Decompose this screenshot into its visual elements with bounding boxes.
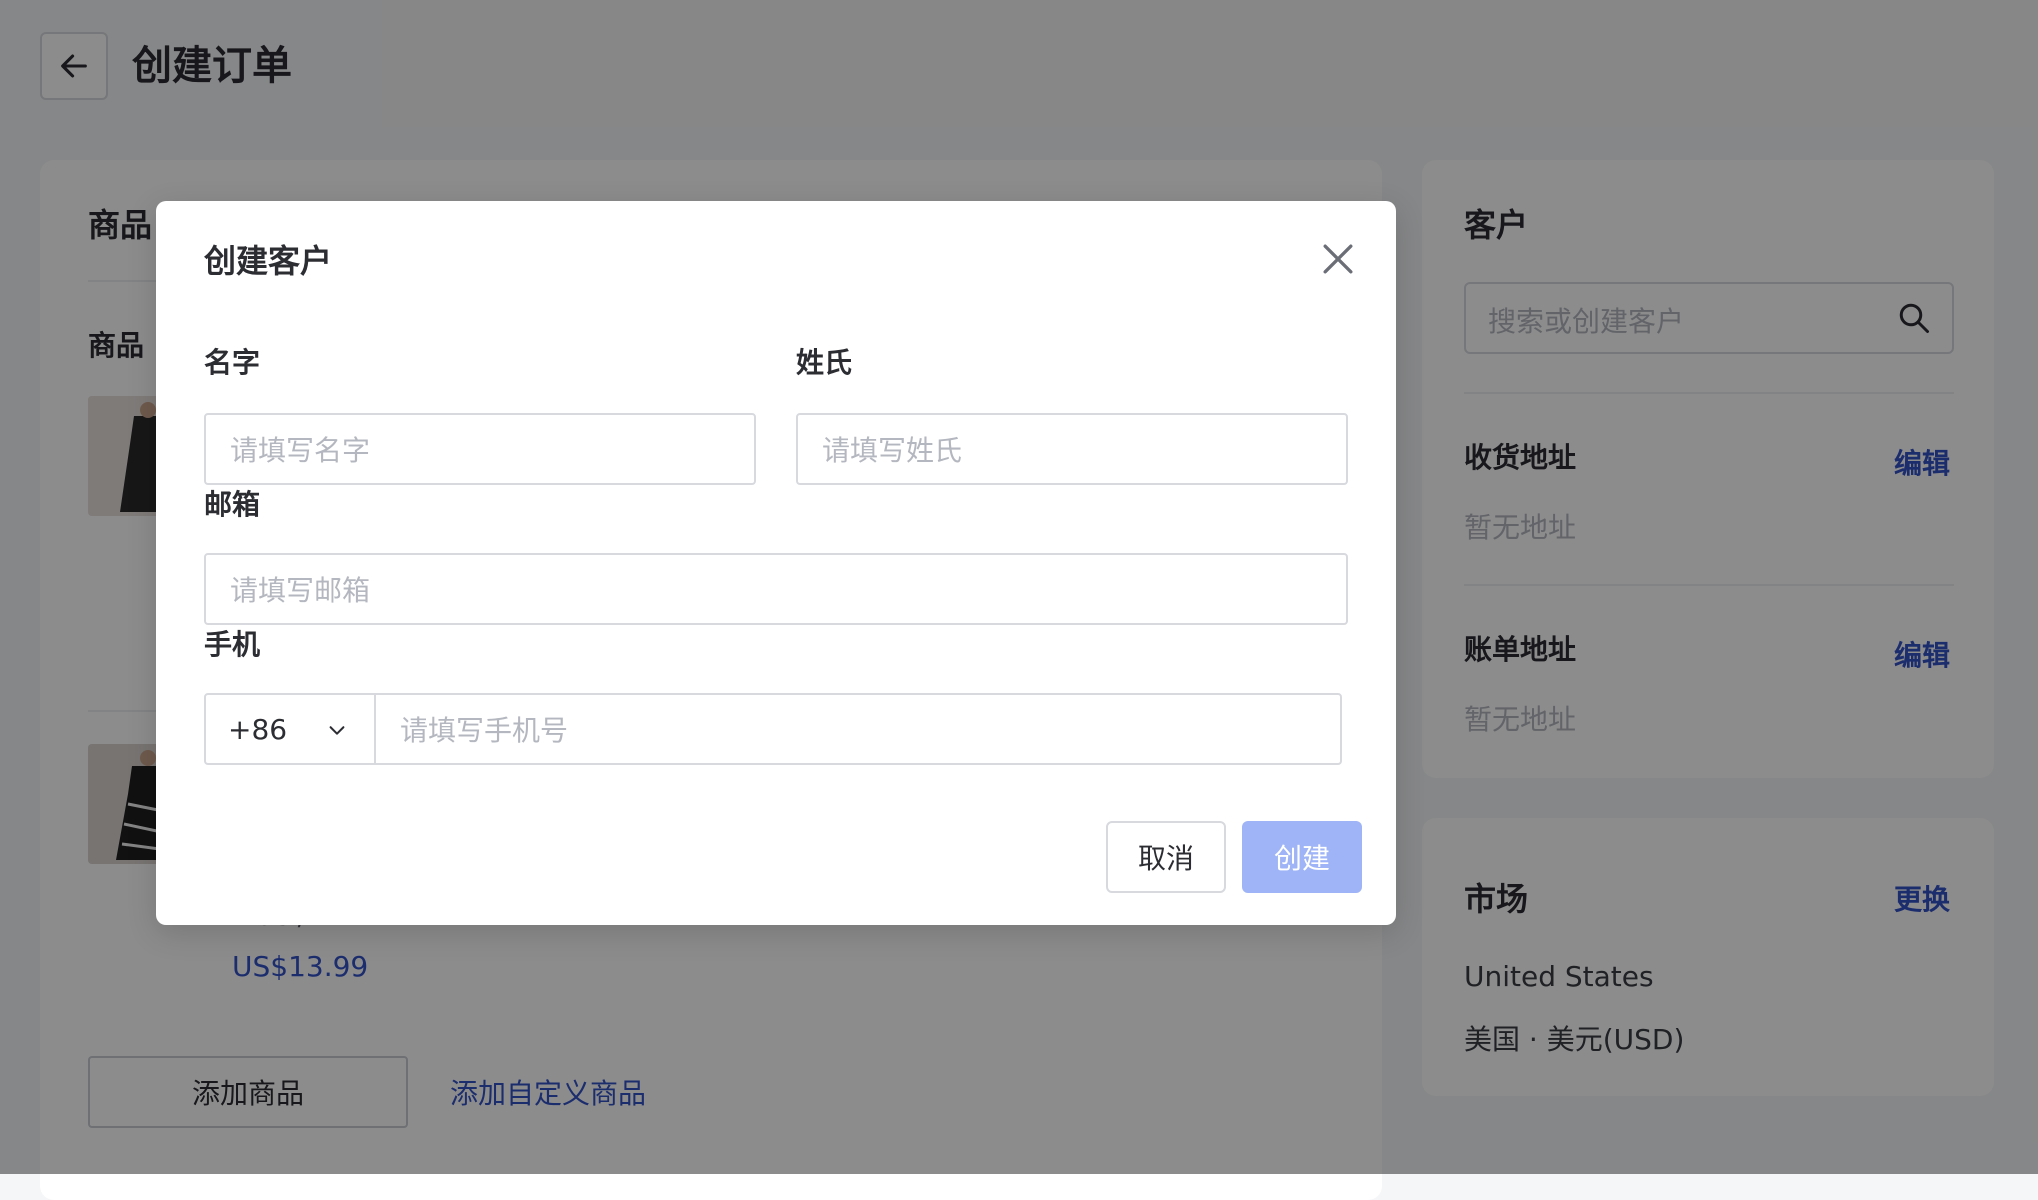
create-button[interactable]: 创建: [1242, 821, 1362, 893]
email-input[interactable]: 请填写邮箱: [204, 553, 1348, 625]
create-customer-modal: 创建客户 名字 姓氏 请填写名字 请填写姓氏 邮箱 请填写邮箱 手机 +86 请…: [156, 201, 1396, 925]
phone-field: +86 请填写手机号: [204, 693, 1342, 765]
close-icon: [1323, 244, 1353, 274]
phone-label: 手机: [204, 628, 261, 661]
email-placeholder: 请填写邮箱: [230, 574, 371, 607]
phone-number-input[interactable]: 请填写手机号: [376, 695, 1340, 763]
close-button[interactable]: [1316, 237, 1360, 281]
country-code-value: +86: [228, 712, 288, 746]
email-label: 邮箱: [204, 488, 261, 521]
first-name-input[interactable]: 请填写名字: [204, 413, 756, 485]
country-code-select[interactable]: +86: [206, 695, 376, 763]
phone-placeholder: 请填写手机号: [400, 714, 569, 747]
modal-title: 创建客户: [204, 242, 333, 280]
last-name-label: 姓氏: [796, 346, 853, 379]
first-name-placeholder: 请填写名字: [230, 434, 371, 467]
last-name-placeholder: 请填写姓氏: [822, 434, 963, 467]
first-name-label: 名字: [204, 346, 261, 379]
cancel-button[interactable]: 取消: [1106, 821, 1226, 893]
last-name-input[interactable]: 请填写姓氏: [796, 413, 1348, 485]
chevron-down-icon: [329, 726, 345, 735]
